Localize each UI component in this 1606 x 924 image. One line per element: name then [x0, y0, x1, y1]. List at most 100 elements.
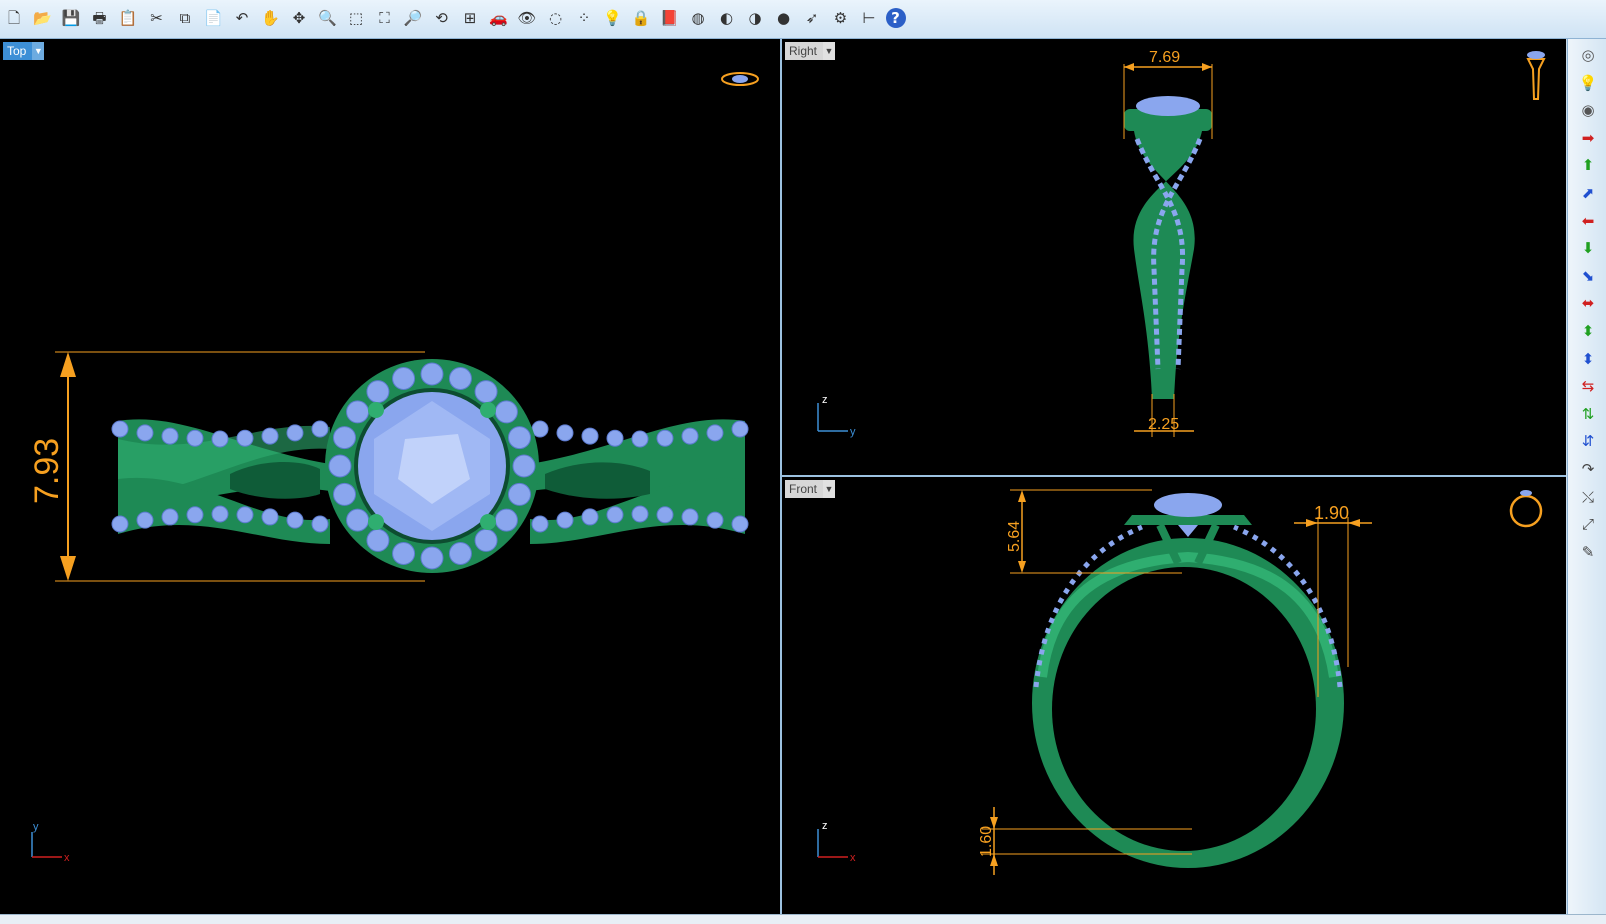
four-viewports-icon[interactable]: ⊞: [458, 5, 482, 31]
pave-stone: [236, 429, 254, 447]
pave-stone: [681, 427, 699, 445]
pave-stone: [507, 482, 531, 506]
undo-view-icon[interactable]: ⟲: [430, 5, 454, 31]
scale-z-icon[interactable]: ⬍: [1576, 347, 1600, 371]
axis-x-label: x: [64, 852, 70, 864]
move-right-icon[interactable]: ➡: [1576, 126, 1600, 150]
front-view-scene: 5.64 1.90 1.60 z x: [817, 489, 1543, 875]
pave-stone: [706, 424, 724, 442]
dimension-right-shank: 2.25: [1134, 394, 1194, 437]
shrink-y-icon[interactable]: ⇅: [1576, 402, 1600, 426]
material-ball-icon[interactable]: ◉: [1576, 98, 1600, 122]
car-icon[interactable]: 🚗: [487, 5, 511, 31]
twist-icon[interactable]: ⤯: [1576, 485, 1600, 509]
move-in-icon[interactable]: ⬊: [1576, 264, 1600, 288]
hide-icon[interactable]: 👁: [515, 5, 539, 31]
move-up-icon[interactable]: ⬆: [1576, 153, 1600, 177]
color-icon[interactable]: ◍: [686, 5, 710, 31]
axis-z-label: z: [822, 394, 828, 406]
settings-icon[interactable]: ⚙: [829, 5, 853, 31]
light-icon[interactable]: 💡: [1576, 71, 1600, 95]
rendered-icon[interactable]: ◑: [743, 5, 767, 31]
pave-stone: [211, 430, 229, 448]
pave-stone: [346, 400, 370, 424]
show-icon[interactable]: ◌: [544, 5, 568, 31]
right-view-scene: 7.69 2.25 z y: [817, 49, 1546, 438]
bend-icon[interactable]: ↷: [1576, 457, 1600, 481]
pave-stone: [236, 506, 254, 524]
shrink-x-icon[interactable]: ⇆: [1576, 374, 1600, 398]
dimension-label: 7.93: [28, 438, 66, 504]
zoom-window-icon[interactable]: ⬚: [344, 5, 368, 31]
render-sphere-icon[interactable]: ●: [772, 5, 796, 31]
copy-icon[interactable]: ⧉: [173, 5, 197, 31]
dimension-label: 1.90: [1314, 503, 1349, 523]
dimension-label: 2.25: [1148, 416, 1179, 433]
pave-stone: [311, 515, 329, 533]
new-file-icon[interactable]: 🗋: [2, 5, 26, 31]
help-icon[interactable]: ?: [885, 8, 906, 28]
pave-stone: [366, 528, 390, 552]
pave-stone: [286, 424, 304, 442]
viewport-right[interactable]: Right ▼ 7.69 2.25 z y: [782, 39, 1566, 475]
pave-stone: [161, 508, 179, 526]
viewport-top[interactable]: Top ▼ 7.93 y x: [0, 39, 780, 914]
transform-sidebar: ◎ 💡 ◉ ➡ ⬆ ⬈ ⬅ ⬇ ⬊ ⬌ ⬍ ⬍ ⇆ ⇅ ⇵ ↷ ⤯ ⤢ ✎: [1567, 39, 1606, 914]
undo-icon[interactable]: ↶: [230, 5, 254, 31]
environment-icon[interactable]: ◎: [1576, 43, 1600, 67]
flow-icon[interactable]: ⤢: [1576, 512, 1600, 536]
move-left-icon[interactable]: ⬅: [1576, 209, 1600, 233]
scale-y-icon[interactable]: ⬍: [1576, 319, 1600, 343]
light-icon[interactable]: 💡: [601, 5, 625, 31]
pan-icon[interactable]: ✋: [259, 5, 283, 31]
pave-stone: [111, 420, 129, 438]
points-icon[interactable]: ⁘: [572, 5, 596, 31]
shaded-icon[interactable]: ◐: [715, 5, 739, 31]
zoom-icon[interactable]: 🔍: [316, 5, 340, 31]
pave-stone: [706, 511, 724, 529]
zoom-selected-icon[interactable]: 🔎: [401, 5, 425, 31]
pave-stone: [631, 430, 649, 448]
shrink-z-icon[interactable]: ⇵: [1576, 429, 1600, 453]
main-toolbar: 🗋 📂 💾 🖶 📋 ✂ ⧉ 📄 ↶ ✋ ✥ 🔍 ⬚ ⛶ 🔎 ⟲ ⊞ 🚗 👁 ◌ ⁘ 💡 🔒 📕 ◍ ◐ ◑ ● ➶ ⚙ ⊢?: [0, 0, 1606, 39]
eraser-icon[interactable]: ✎: [1576, 540, 1600, 564]
pave-stone: [328, 454, 352, 478]
move-out-icon[interactable]: ⬈: [1576, 181, 1600, 205]
pave-stone: [136, 424, 154, 442]
axis-x-label: x: [850, 852, 856, 864]
pave-stone: [556, 511, 574, 529]
scale-x-icon[interactable]: ⬌: [1576, 291, 1600, 315]
axis-indicator-right: z y: [817, 394, 856, 438]
dimension-icon[interactable]: ⊢: [857, 5, 881, 31]
cut-icon[interactable]: ✂: [145, 5, 169, 31]
top-orientation-widget: [721, 72, 759, 86]
pave-stone: [556, 424, 574, 442]
rotate-view-icon[interactable]: ✥: [287, 5, 311, 31]
viewport-front[interactable]: Front ▼ 5.64 1.90 1.60 z x: [782, 477, 1566, 914]
dimension-label: 7.69: [1149, 49, 1180, 66]
axis-indicator-top: y x: [31, 821, 70, 864]
properties-icon[interactable]: 📋: [116, 5, 140, 31]
layer-icon[interactable]: 📕: [658, 5, 682, 31]
pave-stone: [512, 454, 536, 478]
pave-stone: [631, 505, 649, 523]
pave-stone: [346, 508, 370, 532]
move-down-icon[interactable]: ⬇: [1576, 236, 1600, 260]
open-folder-icon[interactable]: 📂: [31, 5, 55, 31]
pave-stone: [161, 427, 179, 445]
zoom-extents-icon[interactable]: ⛶: [373, 5, 397, 31]
print-icon[interactable]: 🖶: [88, 5, 112, 31]
pave-stone: [656, 429, 674, 447]
pave-stone: [474, 380, 498, 404]
pave-stone: [494, 400, 518, 424]
ring-profile-side: [1124, 96, 1212, 399]
save-icon[interactable]: 💾: [59, 5, 83, 31]
pave-stone: [311, 420, 329, 438]
top-view-scene: 7.93 y x: [28, 72, 759, 864]
lock-icon[interactable]: 🔒: [629, 5, 653, 31]
front-orientation-widget: [1509, 490, 1543, 528]
pave-stone: [681, 508, 699, 526]
pointer-icon[interactable]: ➶: [800, 5, 824, 31]
pave-stone: [261, 427, 279, 445]
paste-icon[interactable]: 📄: [202, 5, 226, 31]
